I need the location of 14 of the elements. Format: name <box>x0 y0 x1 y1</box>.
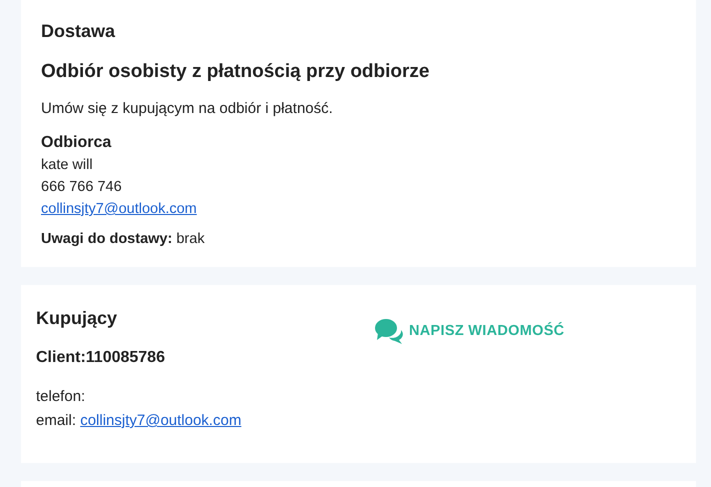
delivery-instruction: Umów się z kupującym na odbiór i płatność. <box>41 99 334 119</box>
delivery-notes: Uwagi do dostawy: brak <box>41 230 205 249</box>
email-label: email: <box>36 412 76 429</box>
email-link[interactable]: collinsjty7@outlook.com <box>80 412 242 429</box>
chat-bubbles-icon <box>375 318 403 344</box>
recipient-phone: 666 766 746 <box>41 178 122 197</box>
section-heading: Dostawa <box>41 20 116 43</box>
client-id: Client:110085786 <box>36 348 165 368</box>
recipient-name: kate will <box>41 156 93 175</box>
phone-label: telefon: <box>36 387 86 407</box>
delivery-method: Odbiór osobisty z płatnością przy odbiorze <box>41 60 430 84</box>
section-heading: Kupujący <box>36 307 118 330</box>
email-link[interactable]: collinsjty7@outlook.com <box>41 201 197 217</box>
recipient-label: Odbiorca <box>41 133 112 153</box>
